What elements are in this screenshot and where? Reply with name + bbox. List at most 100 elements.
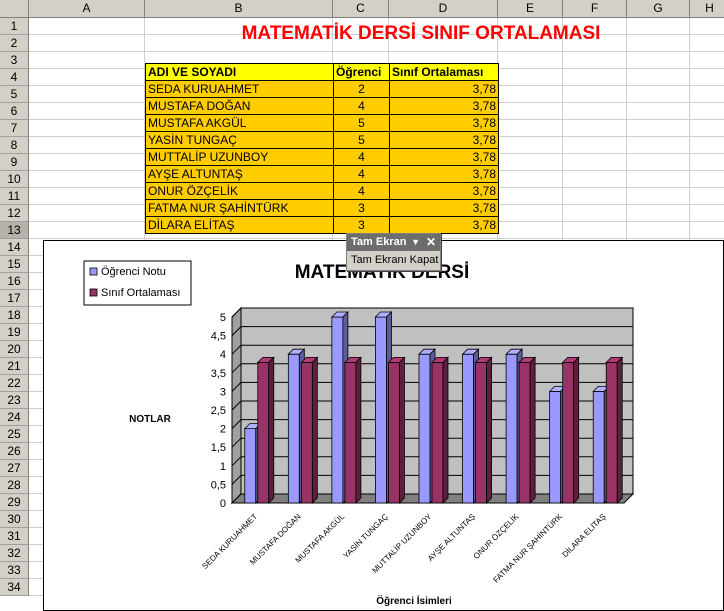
class-average-cell[interactable]: 3,78 bbox=[389, 97, 499, 115]
student-name-cell[interactable]: MUTTALİP UZUNBOY bbox=[145, 148, 334, 166]
x-tick-label: AYŞE ALTUNTAŞ bbox=[426, 512, 477, 563]
student-grade-cell[interactable]: 2 bbox=[333, 80, 390, 98]
row-header[interactable]: 10 bbox=[0, 171, 29, 188]
row-header[interactable]: 21 bbox=[0, 358, 29, 375]
row-header[interactable]: 27 bbox=[0, 460, 29, 477]
table-header-row: ADI VE SOYADI Öğrenci Sınıf Ortalaması bbox=[145, 63, 499, 81]
column-header[interactable]: G bbox=[627, 0, 690, 18]
class-average-cell[interactable]: 3,78 bbox=[389, 216, 499, 234]
class-average-cell[interactable]: 3,78 bbox=[389, 199, 499, 217]
row-header[interactable]: 22 bbox=[0, 375, 29, 392]
column-header[interactable]: D bbox=[389, 0, 498, 18]
close-fullscreen-button[interactable]: Tam Ekranı Kapat bbox=[347, 251, 440, 269]
row-header[interactable]: 9 bbox=[0, 154, 29, 171]
row-header[interactable]: 5 bbox=[0, 86, 29, 103]
y-tick-label: 4,5 bbox=[211, 331, 226, 343]
row-header[interactable]: 16 bbox=[0, 273, 29, 290]
student-name-cell[interactable]: MUSTAFA AKGÜL bbox=[145, 114, 334, 132]
row-header[interactable]: 7 bbox=[0, 120, 29, 137]
student-grade-cell[interactable]: 4 bbox=[333, 97, 390, 115]
header-average[interactable]: Sınıf Ortalaması bbox=[389, 63, 499, 81]
student-grade-cell[interactable]: 5 bbox=[333, 131, 390, 149]
row-header[interactable]: 3 bbox=[0, 52, 29, 69]
student-grade-cell[interactable]: 3 bbox=[333, 216, 390, 234]
row-header[interactable]: 13 bbox=[0, 222, 29, 239]
close-icon[interactable]: ✕ bbox=[426, 234, 436, 251]
class-average-cell[interactable]: 3,78 bbox=[389, 80, 499, 98]
row-header[interactable]: 4 bbox=[0, 69, 29, 86]
table-row: SEDA KURUAHMET 2 3,78 bbox=[145, 80, 499, 98]
bar-side bbox=[399, 356, 405, 504]
class-average-cell[interactable]: 3,78 bbox=[389, 114, 499, 132]
student-name-cell[interactable]: DİLARA ELİTAŞ bbox=[145, 216, 334, 234]
class-average-cell[interactable]: 3,78 bbox=[389, 182, 499, 200]
bar bbox=[562, 361, 575, 504]
chart-object[interactable]: 0 0,5 1 1,5 2 2,5 3 3,5 4 4,5 5 SEDA KURUAHMET MUSTA… bbox=[43, 240, 724, 611]
column-header[interactable]: H bbox=[690, 0, 724, 18]
legend-swatch bbox=[89, 267, 98, 276]
column-header[interactable]: B bbox=[145, 0, 333, 18]
bar-side bbox=[616, 356, 623, 504]
toolbar-titlebar[interactable]: Tam Ekran ▼ ✕ bbox=[347, 234, 440, 251]
row-header[interactable]: 8 bbox=[0, 137, 29, 154]
column-header[interactable]: F bbox=[563, 0, 627, 18]
row-header[interactable]: 33 bbox=[0, 562, 29, 579]
student-name-cell[interactable]: MUSTAFA DOĞAN bbox=[145, 97, 334, 115]
row-header[interactable]: 12 bbox=[0, 205, 29, 222]
student-grade-cell[interactable]: 3 bbox=[333, 199, 390, 217]
row-header[interactable]: 25 bbox=[0, 426, 29, 443]
legend: Öğrenci Notu Sınıf Ortalaması bbox=[83, 260, 192, 306]
column-header[interactable]: C bbox=[333, 0, 389, 18]
row-header[interactable]: 26 bbox=[0, 443, 29, 460]
row-header[interactable]: 15 bbox=[0, 256, 29, 273]
table-row: ONUR ÖZÇELİK 4 3,78 bbox=[145, 182, 499, 200]
student-name-cell[interactable]: ONUR ÖZÇELİK bbox=[145, 182, 334, 200]
legend-swatch bbox=[89, 288, 98, 297]
bar bbox=[549, 390, 562, 504]
row-header[interactable]: 11 bbox=[0, 188, 29, 205]
student-grade-cell[interactable]: 4 bbox=[333, 182, 390, 200]
row-header[interactable]: 34 bbox=[0, 579, 29, 596]
row-header[interactable]: 20 bbox=[0, 341, 29, 358]
row-header[interactable]: 1 bbox=[0, 18, 29, 35]
student-grade-cell[interactable]: 5 bbox=[333, 114, 390, 132]
row-header[interactable]: 31 bbox=[0, 528, 29, 545]
class-average-cell[interactable]: 3,78 bbox=[389, 131, 499, 149]
bar-side bbox=[442, 356, 449, 504]
row-header[interactable]: 14 bbox=[0, 239, 29, 256]
row-header[interactable]: 23 bbox=[0, 392, 29, 409]
row-header[interactable]: 28 bbox=[0, 477, 29, 494]
student-name-cell[interactable]: FATMA NUR ŞAHİNTÜRK bbox=[145, 199, 334, 217]
column-header[interactable]: E bbox=[498, 0, 563, 18]
bar bbox=[388, 361, 400, 504]
bar bbox=[257, 361, 270, 504]
student-name-cell[interactable]: SEDA KURUAHMET bbox=[145, 80, 334, 98]
row-header[interactable]: 18 bbox=[0, 307, 29, 324]
student-grade-cell[interactable]: 4 bbox=[333, 165, 390, 183]
student-grade-cell[interactable]: 4 bbox=[333, 148, 390, 166]
fullscreen-toolbar[interactable]: Tam Ekran ▼ ✕ Tam Ekranı Kapat bbox=[346, 233, 441, 271]
row-header[interactable]: 24 bbox=[0, 409, 29, 426]
legend-label: Öğrenci Notu bbox=[101, 266, 166, 278]
student-name-cell[interactable]: AYŞE ALTUNTAŞ bbox=[145, 165, 334, 183]
dropdown-arrow-icon[interactable]: ▼ bbox=[411, 234, 420, 251]
class-average-cell[interactable]: 3,78 bbox=[389, 148, 499, 166]
select-all-corner[interactable] bbox=[0, 0, 29, 18]
bar bbox=[505, 353, 518, 504]
column-header[interactable]: A bbox=[29, 0, 145, 18]
row-header[interactable]: 32 bbox=[0, 545, 29, 562]
header-grade[interactable]: Öğrenci bbox=[333, 63, 390, 81]
row-header[interactable]: 19 bbox=[0, 324, 29, 341]
table-row: AYŞE ALTUNTAŞ 4 3,78 bbox=[145, 165, 499, 183]
bar bbox=[287, 353, 300, 504]
row-header[interactable]: 2 bbox=[0, 35, 29, 52]
sheet-title[interactable]: MATEMATİK DERSİ SINIF ORTALAMASI bbox=[145, 19, 697, 48]
row-header[interactable]: 30 bbox=[0, 511, 29, 528]
header-name[interactable]: ADI VE SOYADI bbox=[145, 63, 334, 81]
row-header[interactable]: 17 bbox=[0, 290, 29, 307]
row-header[interactable]: 29 bbox=[0, 494, 29, 511]
bar-side bbox=[529, 356, 536, 504]
row-header[interactable]: 6 bbox=[0, 103, 29, 120]
class-average-cell[interactable]: 3,78 bbox=[389, 165, 499, 183]
student-name-cell[interactable]: YASİN TUNGAÇ bbox=[145, 131, 334, 149]
